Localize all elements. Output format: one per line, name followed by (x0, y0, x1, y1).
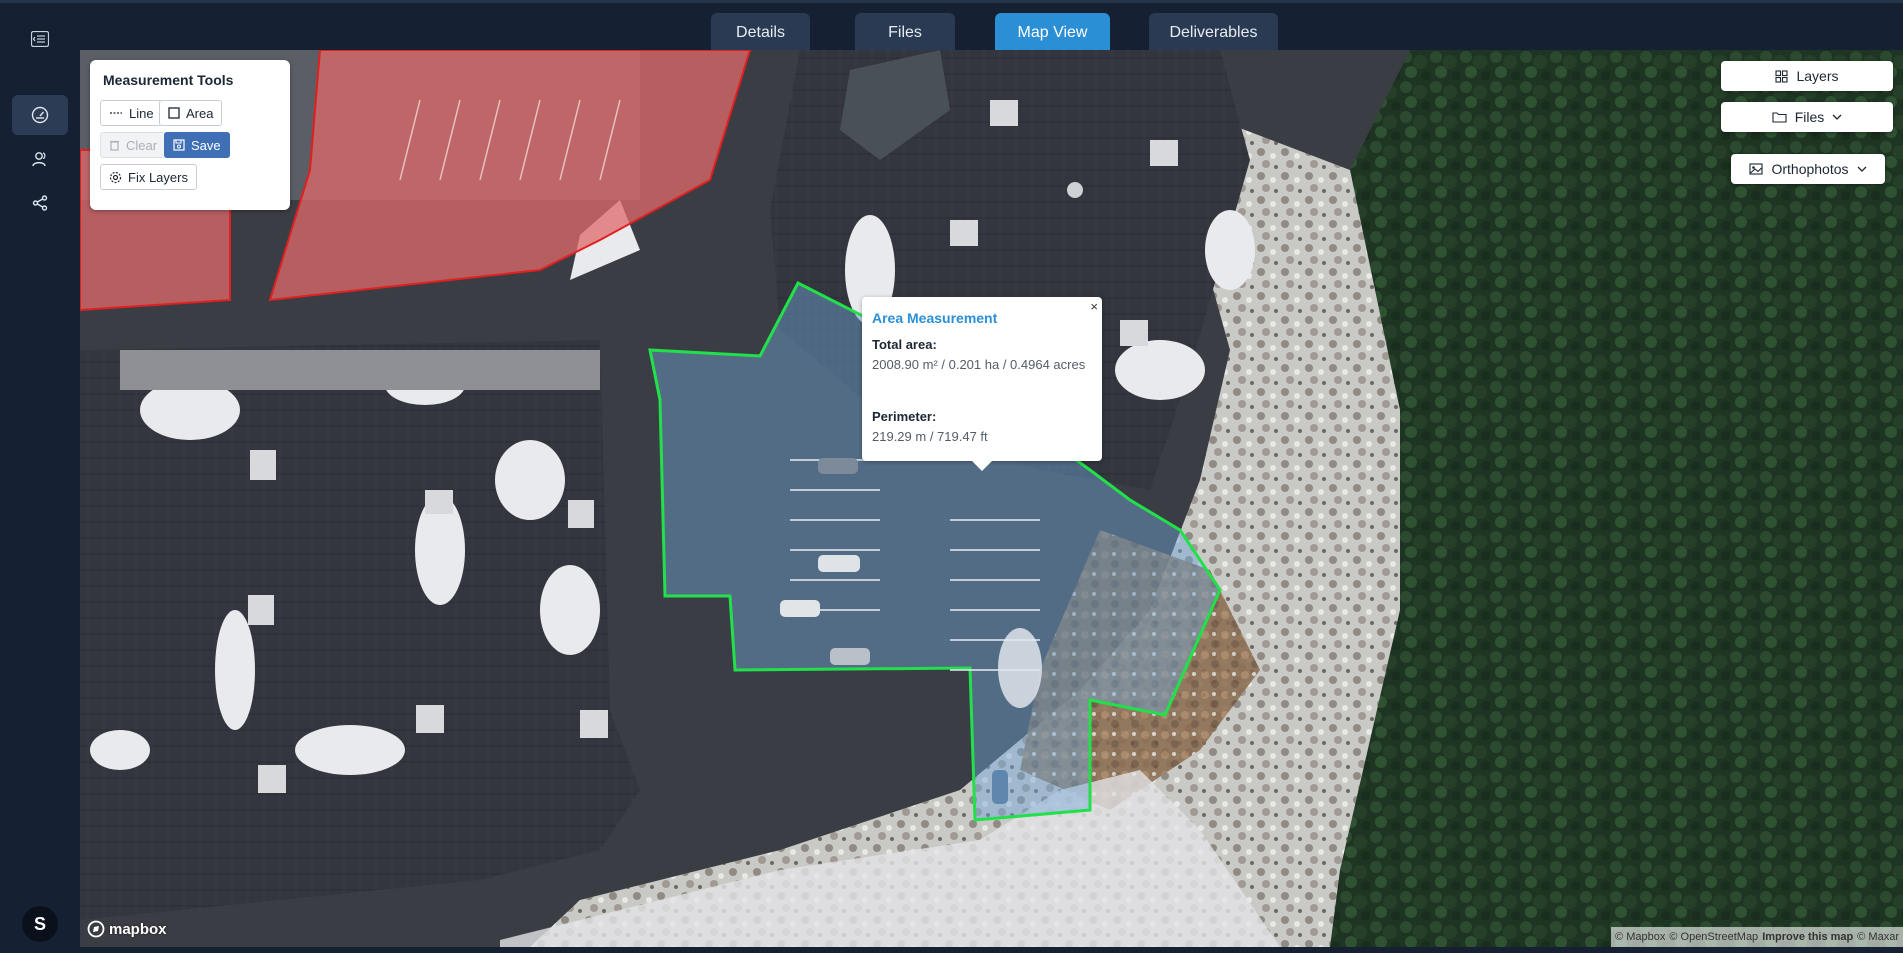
clear-label: Clear (126, 137, 158, 153)
total-area-label: Total area: (872, 337, 937, 352)
chevron-down-icon (1832, 114, 1842, 120)
mapbox-logo[interactable]: mapbox (87, 920, 167, 938)
popup-title: Area Measurement (872, 310, 998, 326)
chevron-down-icon (1857, 166, 1866, 172)
clear-button[interactable]: Clear (100, 132, 167, 158)
image-icon (1749, 163, 1764, 175)
tab-map-view[interactable]: Map View (995, 13, 1110, 52)
area-measurement-popup: × Area Measurement Total area: 2008.90 m… (862, 297, 1102, 471)
orthophotos-dropdown-button[interactable]: Orthophotos (1731, 154, 1885, 184)
attribution-osm[interactable]: © OpenStreetMap (1669, 931, 1758, 943)
fix-layers-label: Fix Layers (128, 169, 188, 185)
line-icon (110, 112, 122, 114)
layers-label: Layers (1796, 68, 1839, 84)
total-area-value: 2008.90 m² / 0.201 ha / 0.4964 acres (872, 357, 1086, 372)
top-bar: Details Files Map View Deliverables (0, 0, 1903, 52)
tab-deliverables[interactable]: Deliverables (1149, 13, 1278, 52)
measurement-tools-panel: Measurement Tools Line Area Clear Save F… (90, 60, 290, 210)
bottom-strip (80, 947, 1903, 953)
attribution-maxar[interactable]: © Maxar (1857, 931, 1899, 943)
save-button[interactable]: Save (164, 132, 230, 158)
folder-icon (1772, 112, 1787, 123)
map-canvas[interactable]: Measurement Tools Line Area Clear Save F… (80, 50, 1903, 947)
map-attribution: © Mapbox © OpenStreetMap Improve this ma… (1611, 927, 1903, 947)
line-tool-button[interactable]: Line (100, 100, 163, 126)
layers-button[interactable]: Layers (1721, 61, 1893, 91)
sidebar-collapse-button[interactable] (12, 19, 68, 59)
tab-details[interactable]: Details (711, 13, 810, 52)
collapse-menu-icon (31, 31, 49, 47)
grid-icon (1775, 69, 1789, 83)
mapbox-logo-text: mapbox (109, 920, 167, 938)
perimeter-value: 219.29 m / 719.47 ft (872, 429, 988, 444)
measurement-tools-title: Measurement Tools (103, 72, 234, 88)
square-icon (168, 107, 180, 119)
share-icon (32, 195, 48, 211)
files-label: Files (1794, 109, 1825, 125)
tab-files[interactable]: Files (855, 13, 955, 52)
perimeter-label: Perimeter: (872, 409, 937, 424)
dashboard-gauge-icon (31, 106, 49, 124)
save-label: Save (191, 137, 221, 153)
user-avatar[interactable]: S (22, 906, 58, 942)
sidebar-item-dashboard[interactable] (12, 95, 68, 135)
save-icon (173, 139, 185, 151)
improve-map-link[interactable]: Improve this map (1762, 931, 1853, 943)
users-icon (32, 152, 46, 167)
attribution-mapbox[interactable]: © Mapbox (1615, 931, 1665, 943)
fix-layers-button[interactable]: Fix Layers (100, 164, 197, 190)
sidebar-item-users[interactable] (12, 139, 68, 179)
gear-icon (109, 171, 122, 183)
files-dropdown-button[interactable]: Files (1721, 102, 1893, 132)
mapbox-logo-icon (87, 920, 105, 938)
line-tool-label: Line (129, 105, 154, 121)
trash-icon (110, 140, 119, 151)
popup-close-button[interactable]: × (1090, 299, 1098, 314)
satellite-imagery (80, 50, 1903, 947)
sidebar: S (0, 3, 80, 953)
area-tool-label: Area (186, 105, 214, 121)
area-tool-button[interactable]: Area (159, 100, 223, 126)
sidebar-item-share[interactable] (12, 183, 68, 223)
orthophotos-label: Orthophotos (1771, 161, 1849, 177)
